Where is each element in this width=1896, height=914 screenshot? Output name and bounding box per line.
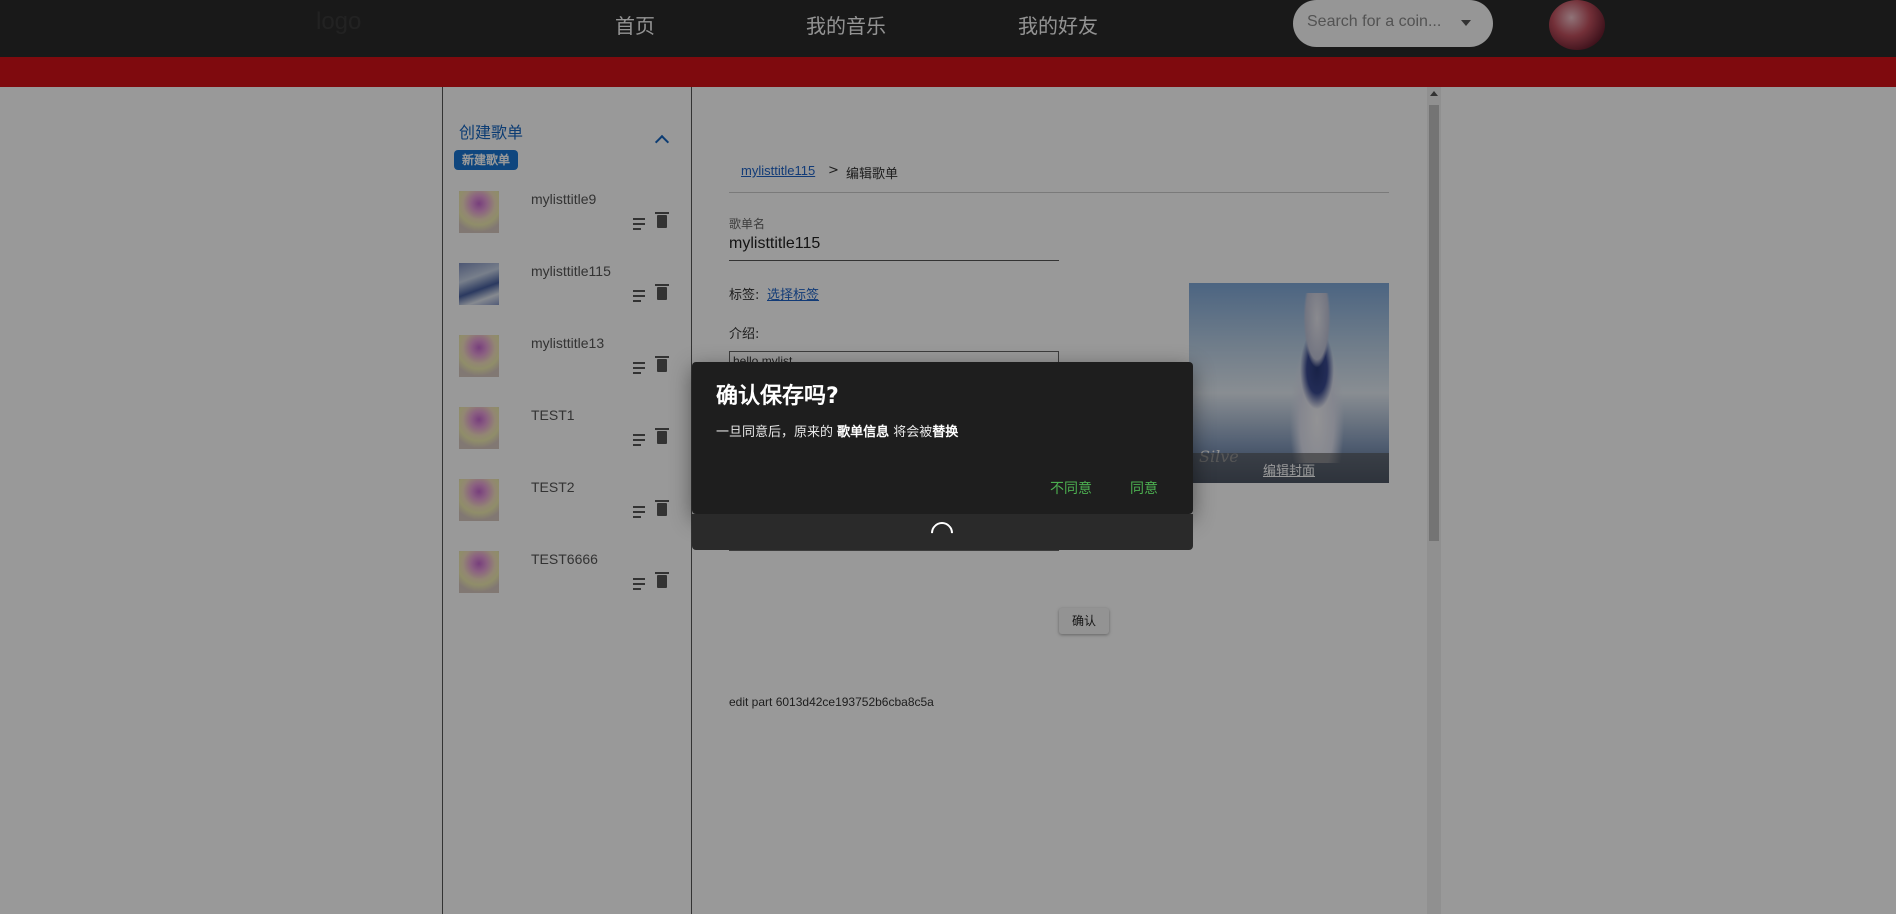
dialog-body-prefix: 一旦同意后，原来的 [716,425,838,440]
loading-spinner-icon [926,517,958,549]
dialog-body-highlight: 歌单信息 [837,425,890,440]
dialog-body-highlight-2: 替换 [932,425,959,440]
dialog-body: 一旦同意后，原来的 歌单信息 将会被替换 [716,421,958,440]
confirm-save-dialog: 确认保存吗? 一旦同意后，原来的 歌单信息 将会被替换 不同意 同意 [692,362,1193,514]
dialog-body-mid: 将会被 [889,425,933,440]
disagree-button[interactable]: 不同意 [1050,478,1092,498]
agree-button[interactable]: 同意 [1130,478,1158,498]
dialog-title: 确认保存吗? [716,384,839,409]
loading-bar [692,514,1193,550]
